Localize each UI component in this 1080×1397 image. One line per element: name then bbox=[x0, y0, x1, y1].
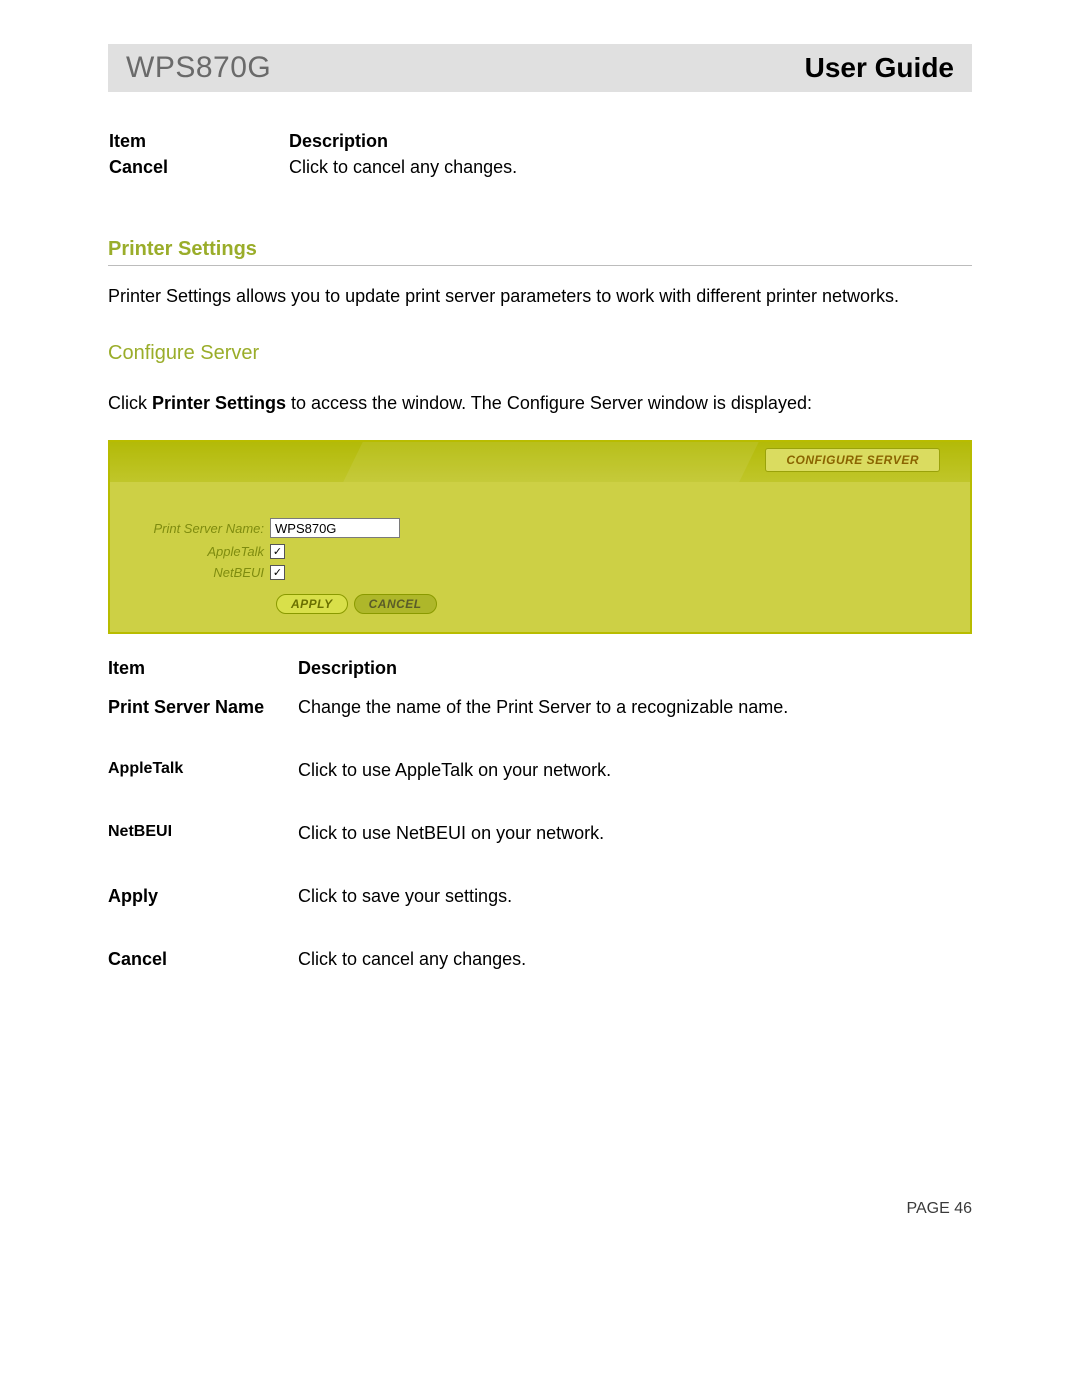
col-header-desc: Description bbox=[298, 654, 972, 685]
appletalk-checkbox[interactable]: ✓ bbox=[270, 544, 285, 559]
table-row: Cancel Click to cancel any changes. bbox=[108, 156, 972, 182]
apply-button[interactable]: APPLY bbox=[276, 594, 348, 614]
doc-title: User Guide bbox=[805, 52, 954, 84]
row-item: AppleTalk bbox=[108, 748, 298, 811]
row-item: Apply bbox=[108, 874, 298, 937]
row-desc: Click to save your settings. bbox=[298, 874, 972, 937]
configure-server-window: CONFIGURE SERVER Print Server Name: Appl… bbox=[108, 440, 972, 634]
row-desc: Click to cancel any changes. bbox=[288, 156, 972, 182]
top-item-table: Item Description Cancel Click to cancel … bbox=[108, 130, 972, 182]
page-number: PAGE 46 bbox=[108, 1200, 972, 1218]
row-desc: Click to cancel any changes. bbox=[298, 937, 972, 1000]
print-server-name-input[interactable] bbox=[270, 518, 400, 538]
description-table: Item Description Print Server Name Chang… bbox=[108, 654, 972, 1000]
col-header-item: Item bbox=[108, 130, 288, 156]
label-netbeui: NetBEUI bbox=[128, 565, 270, 580]
table-row: AppleTalk Click to use AppleTalk on your… bbox=[108, 748, 972, 811]
section-title: Printer Settings bbox=[108, 238, 972, 266]
label-appletalk: AppleTalk bbox=[128, 544, 270, 559]
tab-configure-server[interactable]: CONFIGURE SERVER bbox=[765, 448, 940, 472]
row-item: Print Server Name bbox=[108, 685, 298, 748]
table-row: Cancel Click to cancel any changes. bbox=[108, 937, 972, 1000]
table-row: NetBEUI Click to use NetBEUI on your net… bbox=[108, 811, 972, 874]
row-item: Cancel bbox=[108, 937, 298, 1000]
col-header-desc: Description bbox=[288, 130, 972, 156]
cancel-button[interactable]: CANCEL bbox=[354, 594, 437, 614]
label-print-server-name: Print Server Name: bbox=[128, 521, 270, 536]
window-tab-bar: CONFIGURE SERVER bbox=[110, 442, 970, 482]
page-header: WPS870G User Guide bbox=[108, 44, 972, 92]
section-paragraph: Printer Settings allows you to update pr… bbox=[108, 284, 972, 308]
row-desc: Click to use AppleTalk on your network. bbox=[298, 748, 972, 811]
instr-bold: Printer Settings bbox=[152, 393, 286, 413]
row-item: Cancel bbox=[108, 156, 288, 182]
row-desc: Change the name of the Print Server to a… bbox=[298, 685, 972, 748]
netbeui-checkbox[interactable]: ✓ bbox=[270, 565, 285, 580]
table-row: Apply Click to save your settings. bbox=[108, 874, 972, 937]
instruction-line: Click Printer Settings to access the win… bbox=[108, 393, 972, 414]
instr-post: to access the window. The Configure Serv… bbox=[286, 393, 812, 413]
model-label: WPS870G bbox=[126, 51, 271, 85]
table-row: Print Server Name Change the name of the… bbox=[108, 685, 972, 748]
row-item: NetBEUI bbox=[108, 811, 298, 874]
instr-pre: Click bbox=[108, 393, 152, 413]
window-body: Print Server Name: AppleTalk ✓ NetBEUI ✓… bbox=[110, 482, 970, 632]
row-desc: Click to use NetBEUI on your network. bbox=[298, 811, 972, 874]
subsection-title: Configure Server bbox=[108, 342, 972, 365]
col-header-item: Item bbox=[108, 654, 298, 685]
